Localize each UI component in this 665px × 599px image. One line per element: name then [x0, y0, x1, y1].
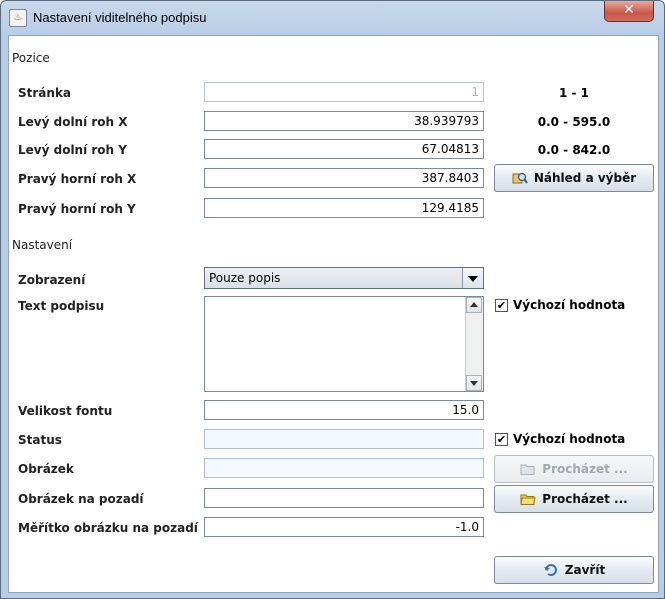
folder-icon	[520, 492, 536, 506]
signature-text-scrollbar[interactable]	[465, 297, 483, 391]
status-default-checkbox[interactable]: ✔	[495, 433, 508, 446]
folder-icon	[520, 462, 536, 476]
upper-right-x-label: Pravý horní roh X	[18, 172, 137, 186]
dialog-content: Pozice Stránka 1 1 - 1 Levý dolní roh X …	[8, 35, 659, 593]
preview-select-label: Náhled a výběr	[533, 171, 637, 185]
background-image-browse-label: Procházet ...	[542, 492, 628, 506]
background-image-label: Obrázek na pozadí	[18, 492, 144, 506]
java-icon: ♨	[9, 9, 27, 27]
background-image-field[interactable]	[204, 488, 484, 508]
chevron-down-icon[interactable]	[462, 268, 483, 288]
background-scale-label: Měřítko obrázku na pozadí	[18, 521, 198, 535]
window-title: Nastavení viditelného podpisu	[33, 10, 207, 25]
dialog-window: ♨ Nastavení viditelného podpisu ✕ Pozice…	[0, 0, 665, 599]
background-image-browse-button[interactable]: Procházet ...	[494, 485, 654, 513]
background-scale-field[interactable]: -1.0	[204, 517, 484, 537]
image-field[interactable]	[204, 458, 484, 478]
signature-text-default-checkbox[interactable]: ✔	[495, 299, 508, 312]
image-label: Obrázek	[18, 462, 74, 476]
image-browse-label: Procházet ...	[542, 462, 628, 476]
close-dialog-icon	[543, 563, 559, 577]
upper-right-y-field[interactable]: 129.4185	[204, 198, 484, 218]
scroll-down-icon[interactable]	[466, 375, 482, 391]
section-settings-heading: Nastavení	[12, 238, 73, 252]
page-label: Stránka	[18, 86, 72, 100]
title-bar[interactable]: ♨ Nastavení viditelného podpisu ✕	[1, 1, 664, 35]
status-default-label: Výchozí hodnota	[513, 432, 626, 446]
lower-left-y-field[interactable]: 67.04813	[204, 139, 484, 159]
display-label: Zobrazení	[18, 273, 86, 287]
lower-left-x-field[interactable]: 38.939793	[204, 111, 484, 131]
status-field[interactable]	[204, 429, 484, 449]
lower-left-y-range: 0.0 - 842.0	[537, 143, 611, 157]
signature-text-label: Text podpisu	[18, 299, 105, 313]
signature-text-area[interactable]	[204, 296, 484, 392]
lower-left-x-label: Levý dolní roh X	[18, 115, 128, 129]
close-button-label: Zavřít	[564, 563, 606, 577]
display-selected-value: Pouze popis	[209, 271, 281, 285]
lower-left-y-label: Levý dolní roh Y	[18, 143, 127, 157]
magnifier-icon	[512, 171, 528, 185]
signature-text-default-label: Výchozí hodnota	[513, 298, 626, 312]
upper-right-x-field[interactable]: 387.8403	[204, 168, 484, 188]
preview-select-button[interactable]: Náhled a výběr	[494, 164, 654, 192]
font-size-label: Velikost fontu	[18, 404, 113, 418]
close-window-button[interactable]: ✕	[604, 1, 654, 22]
font-size-field[interactable]: 15.0	[204, 400, 484, 420]
lower-left-x-range: 0.0 - 595.0	[537, 115, 611, 129]
display-select[interactable]: Pouze popis	[204, 267, 484, 289]
upper-right-y-label: Pravý horní roh Y	[18, 202, 136, 216]
section-position-heading: Pozice	[12, 51, 50, 65]
scroll-up-icon[interactable]	[466, 297, 482, 313]
image-browse-button[interactable]: Procházet ...	[494, 455, 654, 483]
status-label: Status	[18, 433, 62, 447]
page-field[interactable]: 1	[204, 82, 484, 102]
close-button[interactable]: Zavřít	[494, 556, 654, 584]
page-range: 1 - 1	[558, 86, 590, 100]
